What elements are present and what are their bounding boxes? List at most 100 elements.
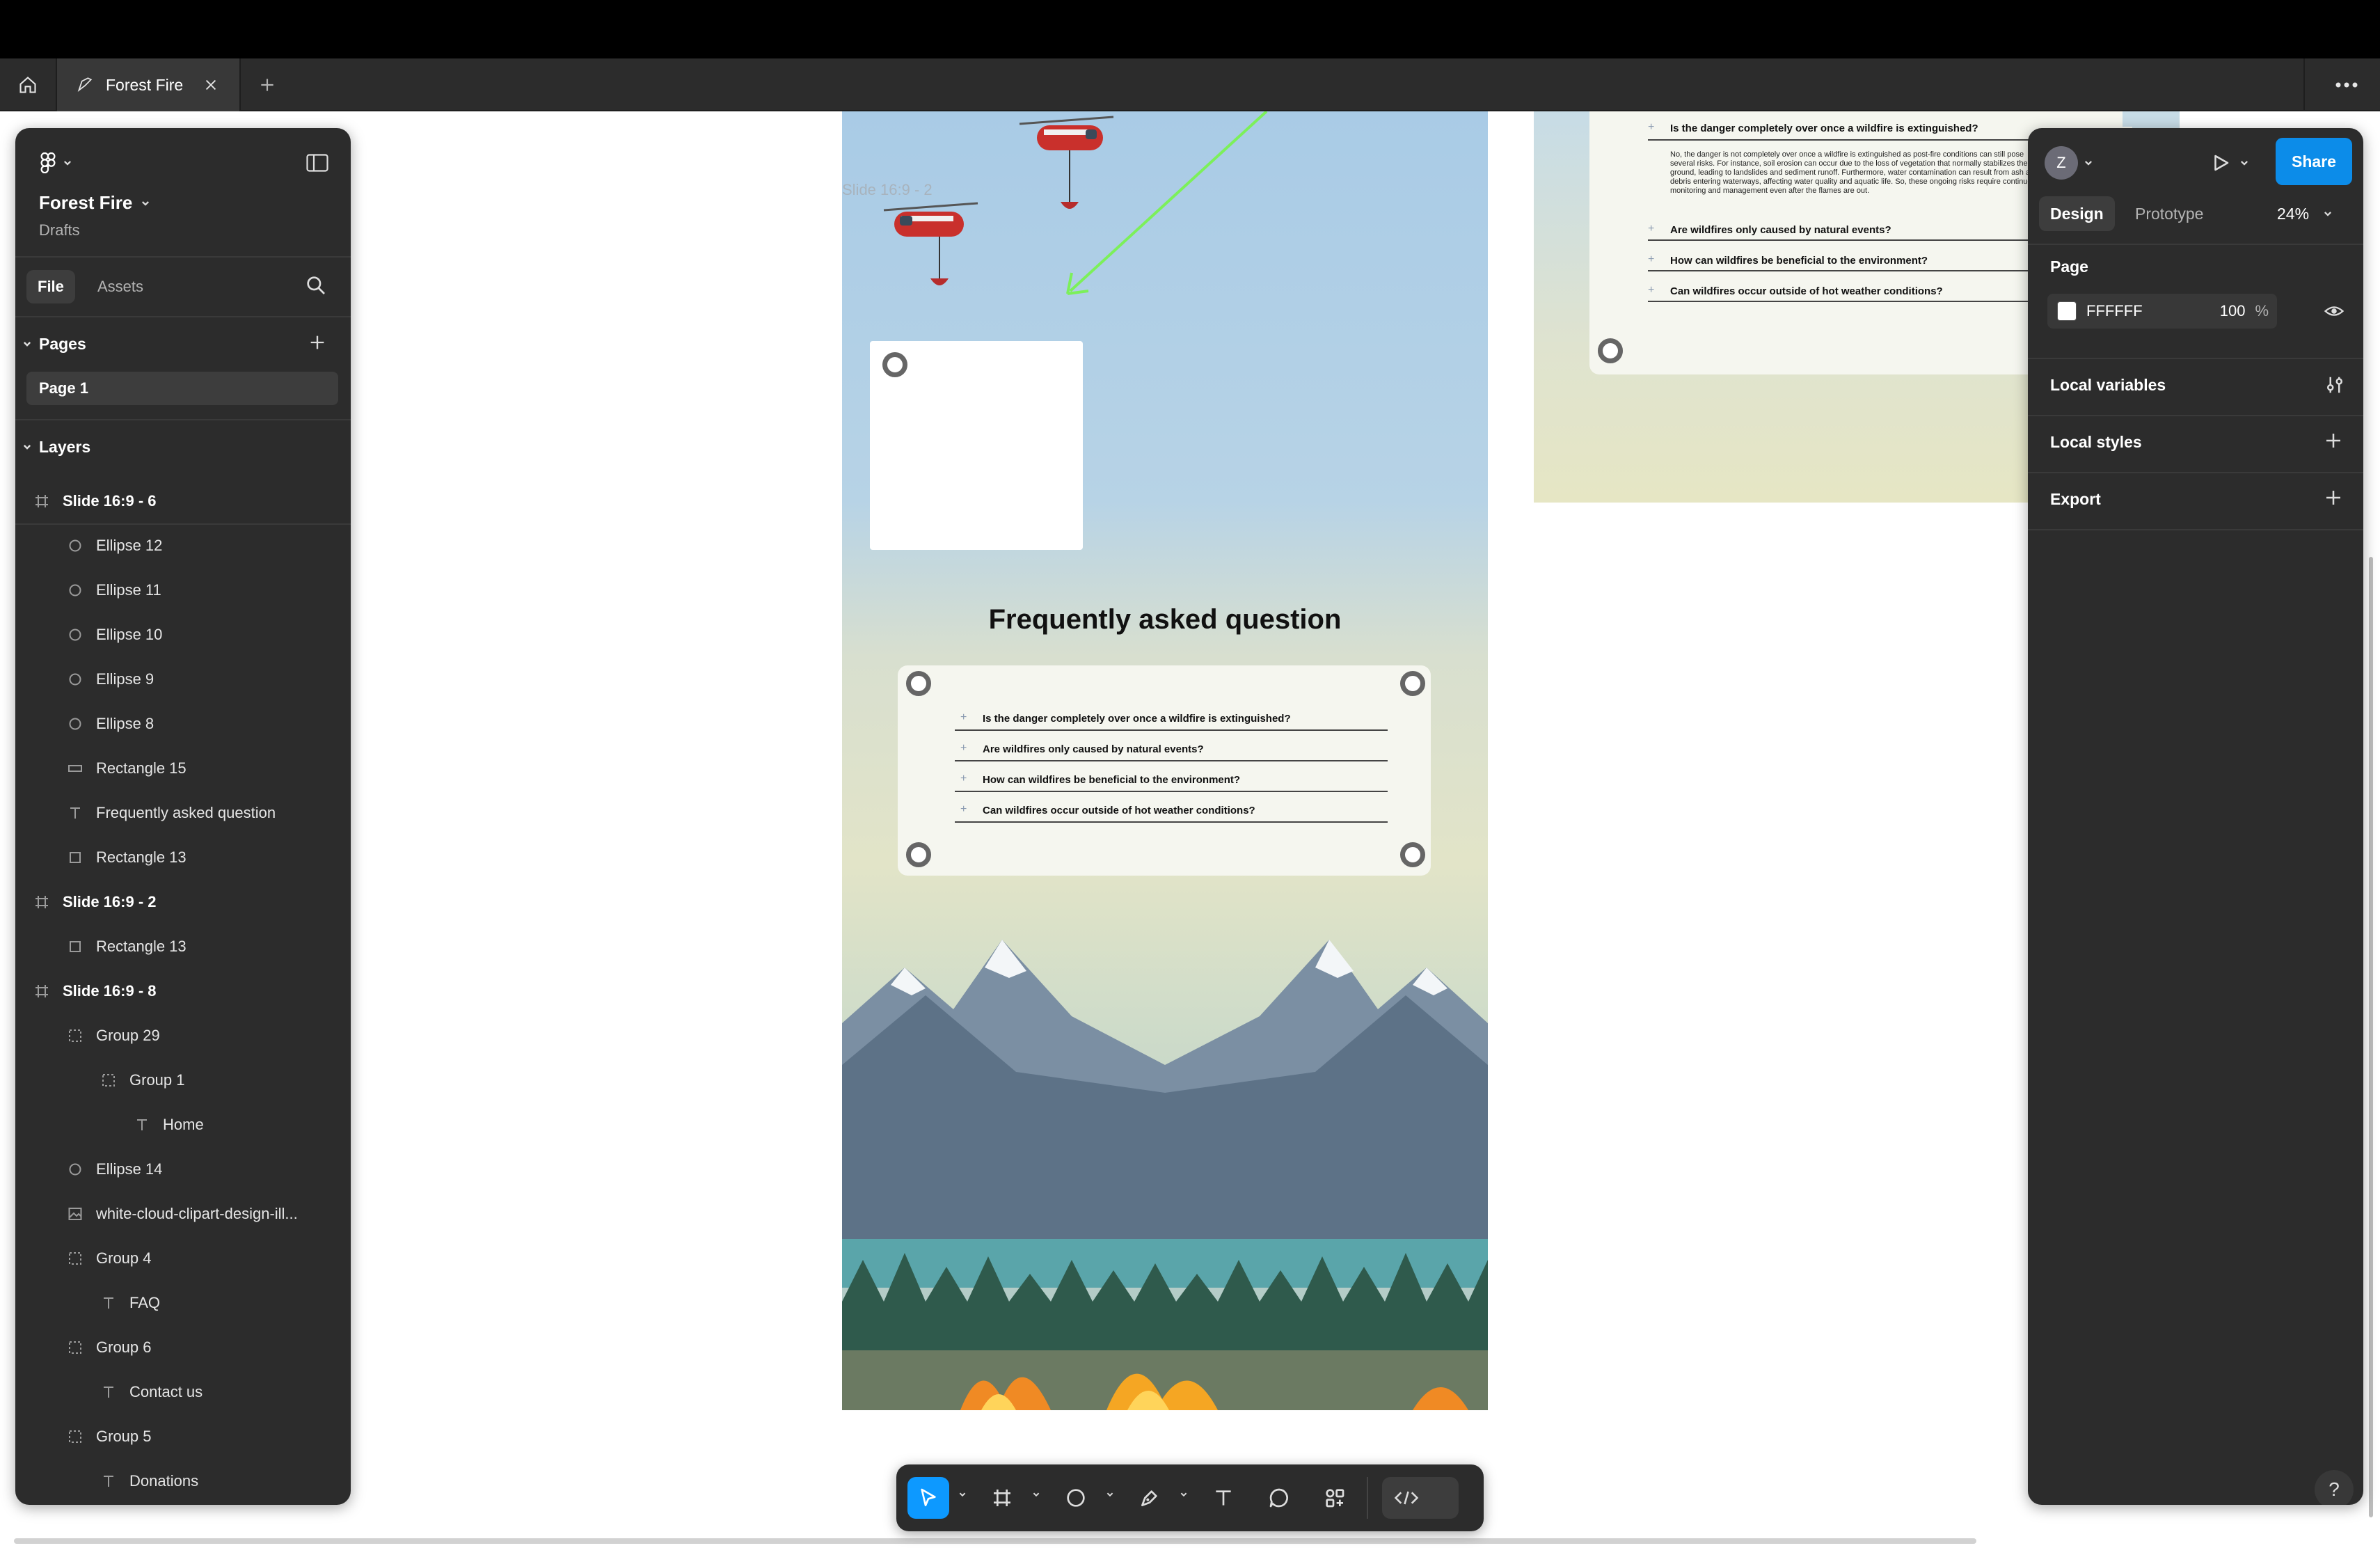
page-item-label: Page 1	[39, 379, 88, 397]
layer-row[interactable]: Slide 16:9 - 6	[15, 479, 351, 525]
home-icon	[19, 77, 36, 93]
faq-box[interactable]: + Is the danger completely over once a w…	[898, 665, 1431, 876]
ellipse-9[interactable]	[1400, 671, 1425, 696]
close-icon[interactable]	[203, 77, 219, 93]
page-item-page-1[interactable]: Page 1	[26, 372, 338, 405]
toggle-visibility-button[interactable]	[2323, 301, 2345, 325]
zoom-dropdown[interactable]: 24%	[2277, 196, 2333, 231]
layer-row[interactable]: Ellipse 14	[15, 1147, 351, 1192]
faq-question[interactable]: Can wildfires occur outside of hot weath…	[1670, 285, 1943, 297]
toggle-sidebar-button[interactable]	[303, 149, 331, 177]
ellipse-10[interactable]	[906, 842, 931, 867]
layer-row[interactable]: Donations	[15, 1459, 351, 1503]
pen-tool[interactable]	[1129, 1477, 1171, 1519]
layer-row[interactable]: white-cloud-clipart-design-ill...	[15, 1192, 351, 1236]
shape-tool-menu[interactable]	[1105, 1490, 1115, 1499]
layer-row[interactable]: Ellipse 9	[15, 657, 351, 702]
frame-icon	[33, 894, 50, 910]
page-fill-opacity[interactable]: 100	[2220, 302, 2246, 320]
faq-divider	[955, 821, 1388, 823]
design-canvas[interactable]: Slide 16:9 - 2 Frequently asked question…	[0, 111, 2380, 1548]
open-variables-button[interactable]	[2324, 374, 2345, 399]
move-tool[interactable]	[907, 1477, 949, 1519]
layer-row[interactable]: Slide 16:9 - 8	[15, 969, 351, 1013]
text-icon	[100, 1473, 117, 1490]
layer-row[interactable]: Group 7	[15, 1503, 351, 1505]
layers-list: Slide 16:9 - 6 Ellipse 12 Ellipse 11 Ellips…	[15, 479, 351, 1505]
tab-assets[interactable]: Assets	[97, 270, 143, 303]
vertical-scrollbar[interactable]	[2369, 557, 2373, 1517]
more-options-button[interactable]	[2303, 58, 2380, 111]
page-fill-field[interactable]: FFFFFF 100 %	[2047, 294, 2277, 329]
horizontal-scrollbar[interactable]	[14, 1538, 1976, 1544]
layer-row[interactable]: Ellipse 12	[15, 523, 351, 568]
layer-row[interactable]: Group 4	[15, 1236, 351, 1281]
layer-row[interactable]: Contact us	[15, 1370, 351, 1414]
tab-design[interactable]: Design	[2039, 196, 2115, 231]
layer-row[interactable]: Group 5	[15, 1414, 351, 1459]
faq-plus-icon: +	[960, 803, 967, 815]
layer-row[interactable]: Home	[15, 1103, 351, 1147]
help-button[interactable]: ?	[2315, 1470, 2354, 1505]
toolbar-divider	[1367, 1477, 1368, 1519]
faq-question[interactable]: Can wildfires occur outside of hot weath…	[983, 805, 1255, 816]
pen-tool-menu[interactable]	[1179, 1490, 1189, 1499]
layer-row[interactable]: Rectangle 13	[15, 924, 351, 969]
layer-row[interactable]: Slide 16:9 - 2	[15, 880, 351, 924]
ellipse-11[interactable]	[1400, 842, 1425, 867]
frame-tool[interactable]	[981, 1477, 1023, 1519]
add-style-button[interactable]	[2323, 430, 2344, 455]
pages-section-toggle[interactable]: Pages	[22, 330, 86, 358]
faq-question[interactable]: Are wildfires only caused by natural eve…	[1670, 224, 1891, 236]
layer-row[interactable]: Ellipse 10	[15, 613, 351, 657]
layer-row[interactable]: Ellipse 11	[15, 568, 351, 613]
ellipse-marker[interactable]	[882, 352, 907, 377]
frame-label[interactable]: Slide 16:9 - 2	[842, 181, 933, 199]
present-button[interactable]	[2210, 148, 2249, 178]
layers-section-toggle[interactable]: Layers	[22, 433, 90, 461]
home-button[interactable]	[0, 58, 57, 111]
add-export-button[interactable]	[2323, 487, 2344, 512]
color-swatch[interactable]	[2057, 301, 2077, 321]
text-icon	[100, 1295, 117, 1311]
dev-mode-toggle[interactable]	[1382, 1477, 1459, 1519]
ellipse-marker[interactable]	[1598, 338, 1623, 363]
faq-question[interactable]: How can wildfires be beneficial to the e…	[983, 774, 1240, 786]
layer-row[interactable]: Rectangle 13	[15, 835, 351, 880]
ellipse-tool[interactable]	[1055, 1477, 1097, 1519]
user-menu[interactable]: Z	[2045, 146, 2093, 180]
comment-tool[interactable]	[1258, 1477, 1300, 1519]
text-tool[interactable]	[1203, 1477, 1244, 1519]
layer-row[interactable]: Group 1	[15, 1058, 351, 1103]
actions-tool[interactable]	[1314, 1477, 1356, 1519]
faq-question[interactable]: Are wildfires only caused by natural eve…	[983, 743, 1204, 755]
faq-question[interactable]: Is the danger completely over once a wil…	[983, 713, 1291, 725]
layer-row[interactable]: Group 6	[15, 1325, 351, 1370]
layer-row[interactable]: Group 29	[15, 1013, 351, 1058]
tab-forest-fire[interactable]: Forest Fire	[57, 58, 241, 111]
faq-question[interactable]: How can wildfires be beneficial to the e…	[1670, 255, 1928, 267]
frame-tool-menu[interactable]	[1031, 1490, 1041, 1499]
layer-row[interactable]: FAQ	[15, 1281, 351, 1325]
search-layers-button[interactable]	[305, 274, 327, 300]
faq-title[interactable]: Frequently asked question	[842, 604, 1488, 635]
layer-row[interactable]: Frequently asked question	[15, 791, 351, 835]
local-variables-label[interactable]: Local variables	[2050, 376, 2166, 395]
slide-frame[interactable]: Slide 16:9 - 2 Frequently asked question…	[842, 111, 1488, 1410]
main-menu-button[interactable]	[39, 148, 72, 178]
tab-file[interactable]: File	[26, 270, 75, 303]
tab-prototype[interactable]: Prototype	[2135, 196, 2203, 231]
rectangle-icon	[67, 760, 84, 777]
file-name-dropdown[interactable]: Forest Fire	[39, 192, 150, 214]
layer-row[interactable]: Ellipse 8	[15, 702, 351, 746]
faq-question[interactable]: Is the danger completely over once a wil…	[1670, 123, 1978, 134]
share-button[interactable]: Share	[2276, 138, 2352, 185]
layer-row[interactable]: Rectangle 15	[15, 746, 351, 791]
add-page-button[interactable]	[308, 333, 327, 356]
divider	[2028, 529, 2363, 530]
page-fill-hex[interactable]: FFFFFF	[2086, 302, 2143, 320]
new-tab-button[interactable]	[248, 58, 287, 111]
file-location[interactable]: Drafts	[39, 221, 80, 239]
move-tool-menu[interactable]	[958, 1490, 967, 1499]
ellipse-8[interactable]	[906, 671, 931, 696]
